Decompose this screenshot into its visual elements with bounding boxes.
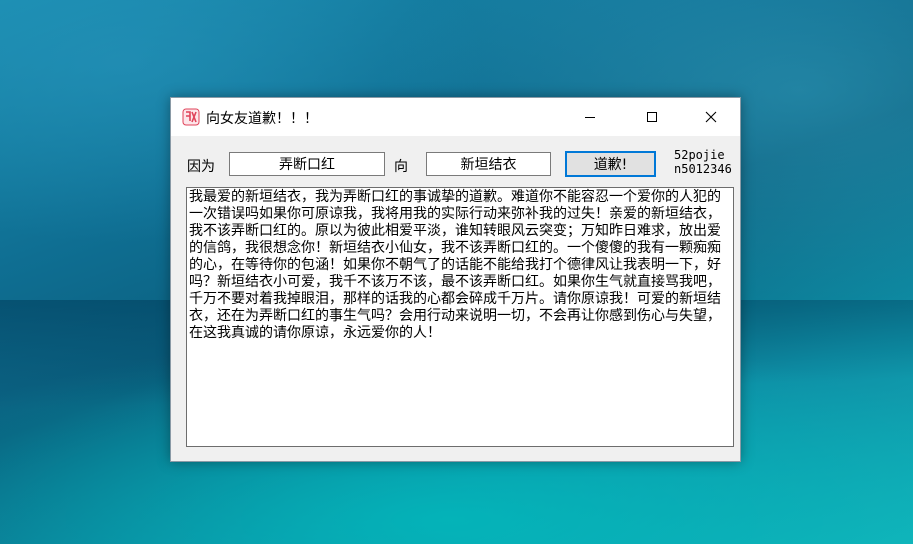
apology-window: 向女友道歉！！！ 因为 向 道歉! 52pojie n5012346 我最爱的新… bbox=[170, 97, 741, 462]
close-icon bbox=[705, 108, 717, 127]
minimize-button[interactable] bbox=[567, 98, 613, 136]
app-logo-icon bbox=[182, 108, 200, 126]
apology-message-textarea[interactable]: 我最爱的新垣结衣，我为弄断口红的事诚挚的道歉。难道你不能容忍一个爱你的人犯的一次… bbox=[186, 187, 734, 447]
credit-line-2: n5012346 bbox=[674, 162, 732, 176]
apologize-button[interactable]: 道歉! bbox=[565, 151, 656, 177]
title-bar[interactable]: 向女友道歉！！！ bbox=[171, 98, 740, 136]
close-button[interactable] bbox=[688, 98, 734, 136]
credit-line-1: 52pojie bbox=[674, 148, 725, 162]
to-label: 向 bbox=[394, 159, 408, 175]
because-label: 因为 bbox=[187, 159, 215, 175]
minimize-icon bbox=[584, 108, 596, 127]
window-content: 因为 向 道歉! 52pojie n5012346 我最爱的新垣结衣，我为弄断口… bbox=[171, 136, 740, 461]
reason-input[interactable] bbox=[229, 152, 385, 176]
maximize-button[interactable] bbox=[629, 98, 675, 136]
window-title: 向女友道歉！！！ bbox=[206, 111, 318, 127]
maximize-icon bbox=[646, 108, 658, 127]
credit-label: 52pojie n5012346 bbox=[674, 148, 732, 176]
girlfriend-name-input[interactable] bbox=[426, 152, 551, 176]
